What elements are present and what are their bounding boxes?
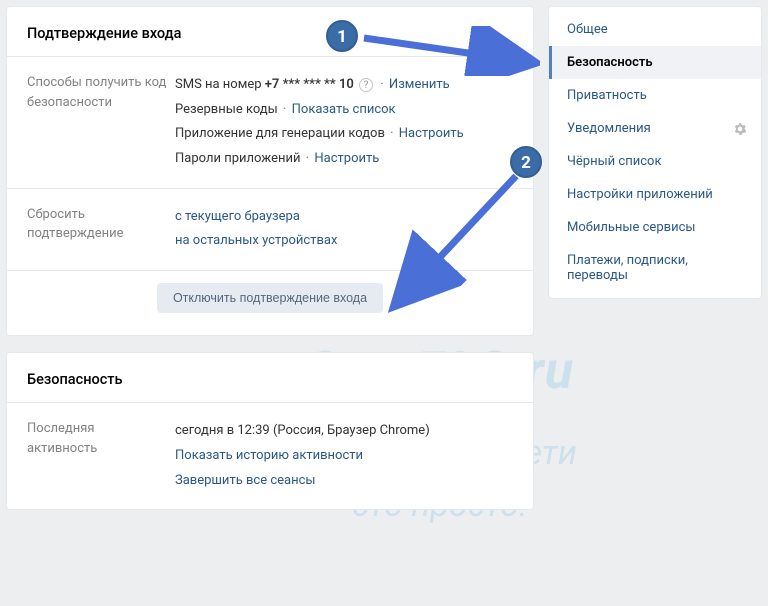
sidebar-item-label: Настройки приложений <box>567 187 713 202</box>
sidebar-item-label: Уведомления <box>567 121 651 136</box>
gear-icon[interactable] <box>733 122 747 136</box>
annotation-arrow-1 <box>360 26 540 76</box>
sidebar-item-apps[interactable]: Настройки приложений <box>549 178 761 211</box>
reset-others-link[interactable]: на остальных устройствах <box>175 233 337 248</box>
sms-change-link[interactable]: Изменить <box>389 77 450 92</box>
sidebar-item-label: Мобильные сервисы <box>567 220 695 235</box>
help-icon[interactable]: ? <box>359 78 373 92</box>
sidebar-item-mobile[interactable]: Мобильные сервисы <box>549 211 761 244</box>
authapp-line: Приложение для генерации кодов · Настрои… <box>175 122 513 147</box>
authapp-configure-link[interactable]: Настроить <box>399 126 464 141</box>
sidebar-item-label: Приватность <box>567 88 647 103</box>
methods-row: Способы получить код безопасности SMS на… <box>7 57 533 189</box>
end-all-sessions-link[interactable]: Завершить все сеансы <box>175 473 316 488</box>
sidebar-item-notifications[interactable]: Уведомления <box>549 112 761 145</box>
sidebar-item-blacklist[interactable]: Чёрный список <box>549 145 761 178</box>
sidebar-item-label: Чёрный список <box>567 154 661 169</box>
security-panel: Безопасность Последняя активность сегодн… <box>6 352 534 510</box>
backup-show-link[interactable]: Показать список <box>292 102 396 117</box>
annotation-badge-2: 2 <box>510 146 542 178</box>
sidebar-item-payments[interactable]: Платежи, подписки, переводы <box>549 244 761 292</box>
sidebar-item-label: Общее <box>567 22 608 37</box>
authapp-label: Приложение для генерации кодов <box>175 126 385 141</box>
methods-label: Способы получить код безопасности <box>27 73 175 172</box>
activity-row: Последняя активность сегодня в 12:39 (Ро… <box>7 403 533 509</box>
annotation-badge-1: 1 <box>326 20 358 52</box>
sidebar-item-label: Платежи, подписки, переводы <box>567 253 688 283</box>
backup-line: Резервные коды · Показать список <box>175 98 513 123</box>
apppass-line: Пароли приложений · Настроить <box>175 147 513 172</box>
methods-values: SMS на номер +7 *** *** ** 10 ? · Измени… <box>175 73 513 172</box>
sidebar-item-security[interactable]: Безопасность <box>549 46 761 79</box>
sidebar-item-privacy[interactable]: Приватность <box>549 79 761 112</box>
activity-values: сегодня в 12:39 (Россия, Браузер Chrome)… <box>175 419 513 493</box>
settings-sidebar: Общее Безопасность Приватность Уведомлен… <box>548 6 762 299</box>
sms-number: +7 *** *** ** 10 <box>265 77 354 92</box>
reset-label: Сбросить подтверждение <box>27 205 175 254</box>
sms-prefix: SMS на номер <box>175 77 265 92</box>
security-title: Безопасность <box>7 353 533 403</box>
backup-codes-label: Резервные коды <box>175 102 278 117</box>
disable-confirmation-button[interactable]: Отключить подтверждение входа <box>157 283 383 313</box>
last-activity-label: Последняя активность <box>27 419 175 493</box>
reset-current-link[interactable]: с текущего браузера <box>175 209 300 224</box>
sms-line: SMS на номер +7 *** *** ** 10 ? · Измени… <box>175 73 513 98</box>
apppass-configure-link[interactable]: Настроить <box>314 151 379 166</box>
apppass-label: Пароли приложений <box>175 151 301 166</box>
annotation-arrow-2 <box>380 170 540 320</box>
show-history-link[interactable]: Показать историю активности <box>175 448 363 463</box>
sidebar-item-general[interactable]: Общее <box>549 13 761 46</box>
last-activity-value: сегодня в 12:39 (Россия, Браузер Chrome) <box>175 419 513 444</box>
sidebar-item-label: Безопасность <box>567 55 653 70</box>
